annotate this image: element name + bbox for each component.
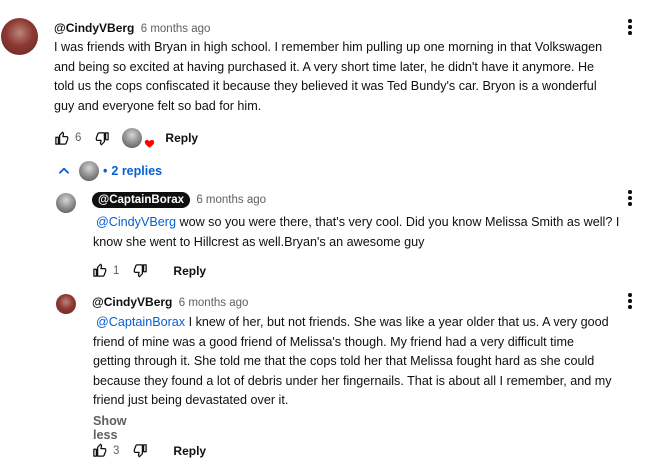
replies-count-label: 2 replies	[111, 164, 163, 178]
like-count: 1	[113, 264, 120, 277]
reply-line: friend of mine was a good friend of Meli…	[93, 334, 574, 349]
reply-line: because they found a lot of debris under…	[93, 373, 612, 388]
mention-link[interactable]: @CindyVBerg	[96, 215, 176, 229]
comment-line: and being so excited at having purchased…	[54, 59, 595, 74]
comment-line: told us the cops confiscated it because …	[54, 79, 597, 93]
reply-button[interactable]: Reply	[173, 444, 206, 458]
reply-line: @CindyVBerg wow so you were there, that'…	[93, 213, 649, 233]
comment-text: I was friends with Bryan in high school.…	[54, 38, 649, 116]
mention-link[interactable]: @CaptainBorax	[96, 315, 185, 329]
thumb-up-icon[interactable]	[92, 443, 107, 458]
avatar[interactable]	[56, 294, 76, 314]
like-count: 3	[113, 444, 120, 457]
comment-author[interactable]: @CindyVBerg	[54, 21, 134, 35]
reply-actions: 1 Reply	[92, 263, 206, 278]
reply-button[interactable]: Reply	[173, 264, 206, 278]
reply-header: @CaptainBorax 6 months ago	[92, 192, 266, 208]
comment-line: I was friends with Bryan in high school.…	[54, 40, 603, 54]
thumb-down-icon[interactable]	[133, 443, 148, 458]
thumb-up-icon[interactable]	[92, 263, 107, 278]
heart-icon	[144, 139, 155, 148]
comment-header: @CindyVBerg 6 months ago	[54, 21, 210, 35]
reply-author[interactable]: @CindyVBerg	[92, 295, 172, 309]
creator-heart-avatar	[122, 128, 143, 148]
reply-line: @CaptainBorax I knew of her, but not fri…	[93, 313, 649, 333]
chevron-up-icon	[59, 167, 69, 174]
replier-avatar	[79, 161, 99, 181]
reply-line: know she went to Hillcrest as well.Bryan…	[93, 234, 425, 249]
more-vert-icon[interactable]	[627, 19, 633, 37]
reply-text: @CindyVBerg wow so you were there, that'…	[93, 213, 649, 252]
thumb-up-icon[interactable]	[54, 131, 69, 146]
reply-actions: 3 Reply	[92, 443, 206, 458]
reply-line-text: wow so you were there, that's very cool.…	[175, 215, 620, 229]
reply-button[interactable]: Reply	[165, 131, 198, 145]
thumb-down-icon[interactable]	[133, 263, 148, 278]
comment-time[interactable]: 6 months ago	[141, 23, 211, 35]
more-vert-icon[interactable]	[627, 190, 633, 208]
reply-line: getting through it. She told me that the…	[93, 354, 595, 368]
comment-actions: 6 Reply	[54, 128, 198, 148]
more-vert-icon[interactable]	[627, 293, 633, 311]
reply-time[interactable]: 6 months ago	[196, 194, 266, 206]
reply-time[interactable]: 6 months ago	[179, 297, 249, 309]
reply-line: friend just being devastated over it.	[93, 393, 289, 407]
avatar[interactable]	[56, 193, 76, 213]
thumb-down-icon[interactable]	[95, 131, 110, 146]
replies-dot: •	[103, 164, 108, 178]
reply-author-chip[interactable]: @CaptainBorax	[92, 192, 190, 208]
comment-line: guy and everyone felt so bad for him.	[54, 98, 262, 113]
reply-header: @CindyVBerg 6 months ago	[92, 295, 248, 309]
replies-toggle[interactable]: • 2 replies	[57, 161, 162, 181]
avatar[interactable]	[1, 18, 38, 55]
show-less-button[interactable]: Show less	[93, 414, 127, 442]
reply-line-text: I knew of her, but not friends. She was …	[185, 315, 609, 329]
like-count: 6	[75, 132, 82, 144]
reply-text: @CaptainBorax I knew of her, but not fri…	[93, 313, 649, 411]
